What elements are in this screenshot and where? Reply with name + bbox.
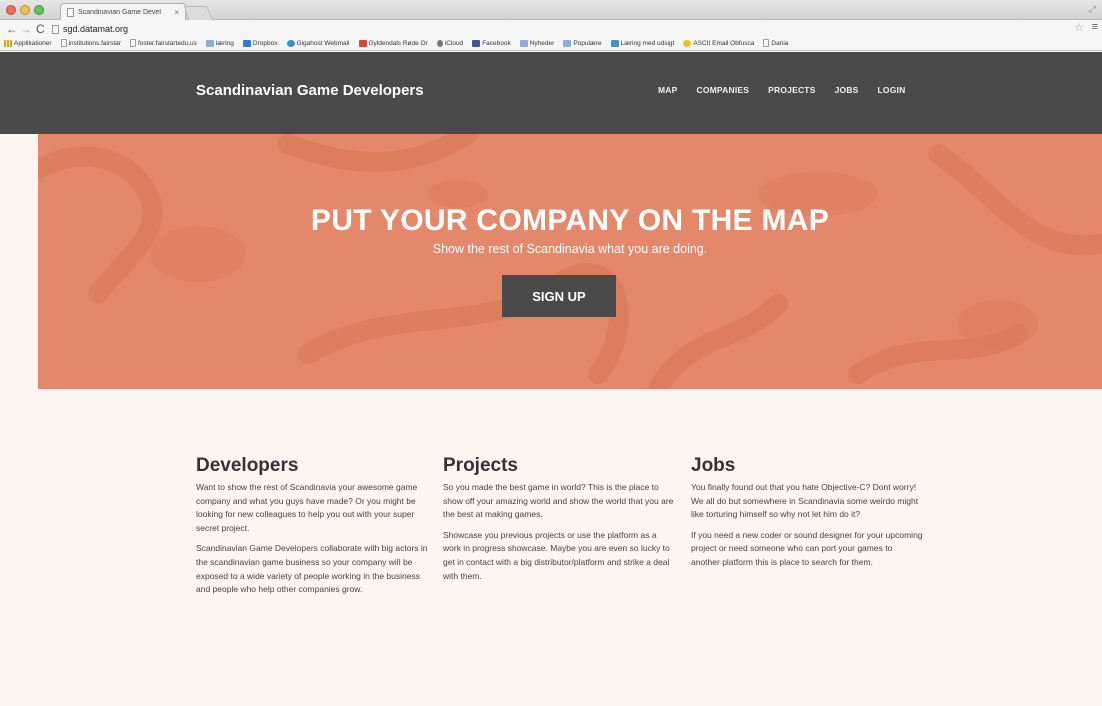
bookmark-label: Dropbox	[252, 39, 278, 47]
bookmark-label: Gigahost Webmail	[296, 39, 350, 47]
new-tab-button[interactable]	[183, 6, 213, 20]
nav-item-companies[interactable]: COMPANIES	[697, 85, 750, 95]
bookmark-item[interactable]: foster.fairstartedu.us	[129, 39, 197, 47]
window-close-button[interactable]	[6, 5, 16, 15]
bookmark-item[interactable]: Dropbox	[242, 39, 278, 47]
bookmark-label: Populære	[573, 39, 602, 47]
folder-icon	[563, 39, 572, 47]
projects-paragraph-1: So you made the best game in world? This…	[443, 482, 674, 520]
bookmark-item[interactable]: institutions.fairstar	[60, 39, 121, 47]
bookmark-label: Facebook	[482, 39, 511, 47]
bookmarks-bar: Applikationer institutions.fairstar foster…	[4, 37, 788, 49]
laering-icon	[610, 39, 619, 47]
hero-subtitle: Show the rest of Scandinavia what you ar…	[432, 242, 708, 256]
page-icon	[67, 8, 74, 17]
jobs-heading: Jobs	[691, 455, 736, 476]
site-header: Scandinavian Game Developers MAP COMPANI…	[0, 52, 1102, 134]
jobs-paragraph-1: You finally found out that you hate Obje…	[691, 482, 919, 520]
bookmark-item[interactable]: læring	[205, 39, 234, 47]
address-bar[interactable]: sgd.datamat.org	[52, 22, 1072, 36]
bookmark-label: ASCII Email Obfusca	[693, 39, 755, 47]
bookmark-label: Læring med udsigt	[620, 39, 675, 47]
browser-toolbar: ← → C sgd.datamat.org ☆ ≡ Applikationer i…	[0, 20, 1102, 51]
bookmark-item[interactable]: Facebook	[472, 39, 511, 47]
gyldendal-icon	[358, 39, 367, 47]
bookmark-item[interactable]: Læring med udsigt	[610, 39, 675, 47]
site-brand[interactable]: Scandinavian Game Developers	[196, 82, 424, 99]
bookmark-item[interactable]: Nyheder	[519, 39, 555, 47]
nav-item-projects[interactable]: PROJECTS	[768, 85, 815, 95]
ascii-icon	[683, 39, 692, 47]
page-icon	[52, 24, 59, 34]
apps-icon	[4, 39, 12, 47]
jobs-paragraph-2: If you need a new coder or sound designe…	[691, 529, 923, 567]
nav-item-login[interactable]: LOGIN	[878, 85, 906, 95]
bookmark-item[interactable]: Dania	[763, 39, 788, 47]
hero-title: PUT YOUR COMPANY ON THE MAP	[310, 204, 830, 237]
url-text[interactable]: sgd.datamat.org	[63, 24, 128, 34]
folder-icon	[205, 39, 214, 47]
main-nav: MAP COMPANIES PROJECTS JOBS LOGIN	[658, 85, 905, 95]
bookmark-item[interactable]: Populære	[563, 39, 602, 47]
bookmark-item[interactable]: Applikationer	[4, 39, 52, 47]
hero-banner: PUT YOUR COMPANY ON THE MAP Show the res…	[38, 134, 1102, 389]
document-icon	[129, 39, 136, 47]
map-background-graphic	[38, 134, 1102, 389]
window-titlebar: Scandinavian Game Devel × ⤢	[0, 0, 1102, 21]
browser-menu-icon[interactable]: ≡	[1092, 21, 1098, 33]
nav-item-jobs[interactable]: JOBS	[835, 85, 859, 95]
document-icon	[60, 39, 67, 47]
bookmark-item[interactable]: ASCII Email Obfusca	[683, 39, 755, 47]
bookmark-label: læring	[215, 39, 234, 47]
fullscreen-icon[interactable]: ⤢	[1089, 4, 1096, 15]
developers-paragraph-1: Want to show the rest of Scandinavia you…	[196, 482, 418, 533]
tab-title: Scandinavian Game Devel	[78, 9, 161, 16]
developers-section: Developers Want to show the rest of Scan…	[196, 455, 428, 604]
bookmark-item[interactable]: Gigahost Webmail	[286, 39, 350, 47]
reload-icon[interactable]: C	[36, 22, 45, 36]
bookmark-label: Dania	[771, 39, 789, 47]
projects-section: Projects So you made the best game in wo…	[443, 455, 675, 590]
projects-heading: Projects	[443, 455, 518, 476]
back-arrow-icon[interactable]: ←	[6, 22, 18, 36]
bookmark-item[interactable]: iCloud	[436, 39, 464, 47]
bookmark-label: Nyheder	[529, 39, 555, 47]
window-minimize-button[interactable]	[20, 5, 30, 15]
gigahost-icon	[286, 39, 295, 47]
bookmark-label: Gyldendals Røde Or	[368, 39, 428, 47]
nav-item-map[interactable]: MAP	[658, 85, 678, 95]
bookmark-label: Applikationer	[14, 39, 52, 47]
dropbox-icon	[242, 39, 251, 47]
developers-paragraph-2: Scandinavian Game Developers collaborate…	[196, 543, 428, 595]
signup-button[interactable]: SIGN UP	[502, 275, 616, 317]
folder-icon	[519, 39, 528, 47]
developers-heading: Developers	[196, 455, 299, 476]
bookmark-label: iCloud	[444, 39, 464, 47]
facebook-icon	[472, 39, 481, 47]
window-maximize-button[interactable]	[34, 5, 44, 15]
forward-arrow-icon[interactable]: →	[20, 22, 32, 36]
jobs-section: Jobs You finally found out that you hate…	[691, 455, 923, 577]
bookmark-item[interactable]: Gyldendals Røde Or	[358, 39, 428, 47]
bookmark-label: foster.fairstartedu.us	[137, 39, 197, 47]
document-icon	[763, 39, 770, 47]
tab-close-icon[interactable]: ×	[174, 8, 179, 17]
bookmark-label: institutions.fairstar	[68, 39, 121, 47]
bookmark-star-icon[interactable]: ☆	[1074, 21, 1084, 34]
apple-icon	[436, 39, 443, 47]
projects-paragraph-2: Showcase you previous projects or use th…	[443, 529, 670, 581]
browser-tab[interactable]: Scandinavian Game Devel ×	[60, 3, 186, 21]
